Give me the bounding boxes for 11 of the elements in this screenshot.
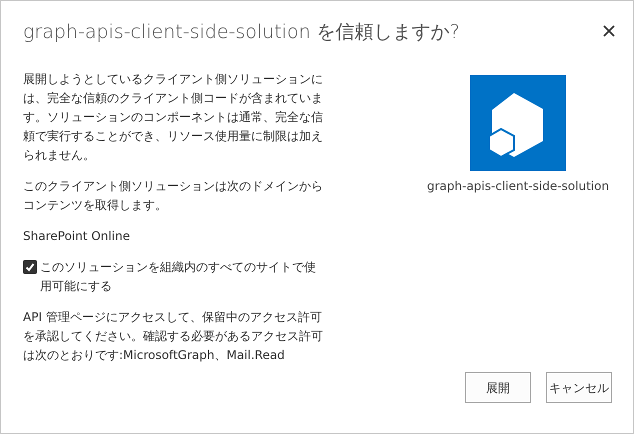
close-icon[interactable] <box>603 25 615 37</box>
dialog-title: graph-apis-client-side-solution を信頼しますか? <box>23 21 460 44</box>
app-name: graph-apis-client-side-solution <box>427 178 610 195</box>
permissions-note: API 管理ページにアクセスして、保留中のアクセス許可を承認してください。確認する必要があるアクセス許可は次のとおりです:MicrosoftGraph、Mail.Read <box>23 308 323 364</box>
domain-note: このクライアント側ソリューションは次のドメインからコンテンツを取得します。 <box>23 178 323 214</box>
checkbox-label: このソリューションを組織内のすべてのサイトで使用可能にする <box>40 258 317 295</box>
intro-text: 展開しようとしているクライアント側ソリューションには、完全な信頼のクライアント側コードが含まれています。ソリューションのコンポーネントは通常、完全な信頼で実行することができ、リソース使用量に制限は加えられません。 <box>23 70 323 164</box>
dialog-button[interactable]: 展開 <box>465 372 531 403</box>
dialog-button[interactable]: キャンセル <box>546 372 612 403</box>
domain-text: SharePoint Online <box>23 228 131 245</box>
checkbox[interactable] <box>23 260 37 274</box>
